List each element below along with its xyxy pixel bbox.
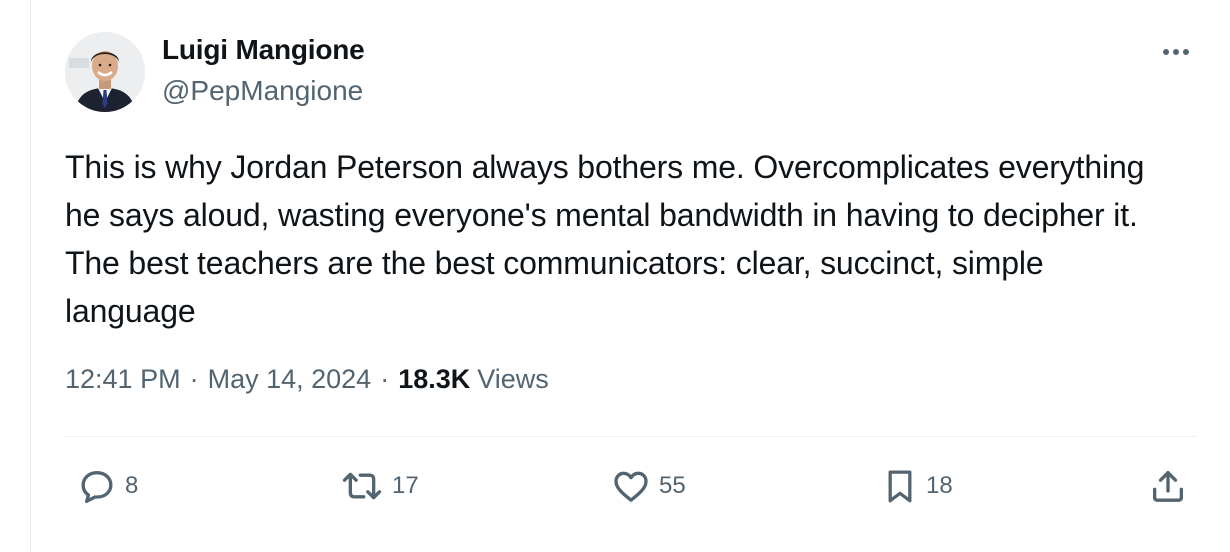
more-dot — [1173, 49, 1179, 55]
reply-icon — [81, 471, 113, 503]
reply-button[interactable]: 8 — [77, 466, 138, 506]
avatar[interactable] — [65, 32, 145, 112]
bookmark-count: 18 — [926, 472, 953, 499]
bookmark-button[interactable]: 18 — [882, 466, 953, 506]
share-icon — [1153, 471, 1183, 502]
views-count[interactable]: 18.3K — [398, 364, 470, 395]
retweet-count: 17 — [392, 472, 419, 499]
share-button[interactable] — [1148, 466, 1188, 506]
tweet-date[interactable]: May 14, 2024 — [208, 364, 372, 395]
retweet-button[interactable]: 17 — [340, 466, 419, 506]
author-handle[interactable]: @PepMangione — [162, 75, 363, 107]
more-dot — [1163, 49, 1169, 55]
tweet-page: Luigi Mangione @PepMangione This is why … — [0, 0, 1230, 552]
more-icon[interactable] — [1154, 40, 1198, 64]
tweet-time[interactable]: 12:41 PM — [65, 364, 181, 395]
meta-separator: · — [189, 364, 199, 394]
like-count: 55 — [659, 472, 686, 499]
more-dot — [1183, 49, 1189, 55]
like-button[interactable]: 55 — [611, 466, 686, 506]
divider — [65, 436, 1197, 437]
reply-count: 8 — [125, 472, 139, 499]
tweet-meta: 12:41 PM · May 14, 2024 · 18.3K Views — [65, 364, 549, 395]
author-name[interactable]: Luigi Mangione — [162, 34, 365, 66]
meta-separator: · — [380, 364, 390, 394]
avatar-image — [65, 32, 145, 112]
bookmark-icon — [888, 470, 912, 503]
tweet-text: This is why Jordan Peterson always bothe… — [65, 149, 1154, 329]
retweet-icon — [342, 472, 382, 500]
views-label[interactable]: Views — [477, 364, 549, 395]
heart-icon — [614, 471, 648, 502]
